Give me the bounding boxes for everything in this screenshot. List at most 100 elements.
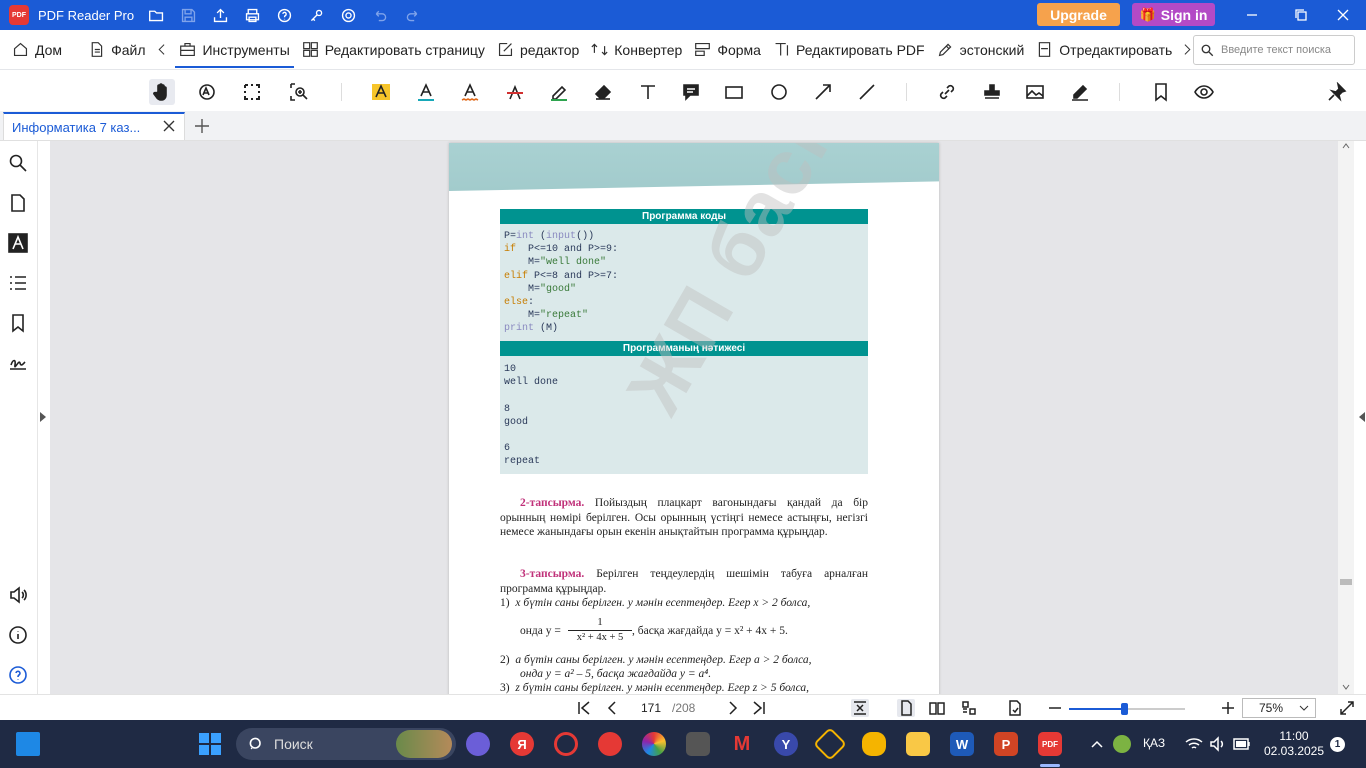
signature-icon[interactable] — [1067, 79, 1093, 105]
battery-icon[interactable] — [1233, 738, 1251, 750]
circle-icon[interactable] — [766, 79, 792, 105]
file-explorer-icon[interactable] — [906, 732, 930, 756]
close-tab-icon[interactable] — [162, 119, 176, 133]
fit-page-icon[interactable] — [851, 699, 869, 717]
next-page-icon[interactable] — [724, 699, 742, 717]
eraser-icon[interactable] — [590, 79, 616, 105]
help-icon[interactable] — [268, 0, 300, 30]
share-icon[interactable] — [204, 0, 236, 30]
scroll-down-icon[interactable] — [1342, 684, 1350, 690]
zoom-slider-thumb[interactable] — [1120, 703, 1128, 715]
strikethrough-icon[interactable] — [502, 79, 528, 105]
line-icon[interactable] — [854, 79, 880, 105]
expand-left-icon[interactable] — [39, 411, 47, 423]
search-box[interactable] — [1193, 35, 1355, 65]
notification-badge[interactable]: 1 — [1330, 737, 1345, 752]
rectangle-icon[interactable] — [721, 79, 747, 105]
highlight-icon[interactable] — [368, 79, 394, 105]
close-button[interactable] — [1320, 0, 1366, 30]
info-icon[interactable] — [7, 624, 29, 646]
signatures-panel-icon[interactable] — [7, 352, 29, 374]
menu-tools[interactable]: Инструменты — [173, 30, 295, 70]
powerpoint-icon[interactable]: P — [994, 732, 1018, 756]
underline-icon[interactable] — [413, 79, 439, 105]
word-icon[interactable]: W — [950, 732, 974, 756]
pin-icon[interactable] — [1324, 79, 1350, 105]
speaker-icon[interactable] — [7, 584, 29, 606]
search-panel-icon[interactable] — [7, 152, 29, 174]
scroll-up-icon[interactable] — [1342, 143, 1350, 149]
pdf-reader-taskbar-icon[interactable]: PDF — [1038, 732, 1062, 756]
image-icon[interactable] — [1022, 79, 1048, 105]
page-number-input[interactable]: 171 — [632, 699, 670, 717]
sign-in-button[interactable]: 🎁 Sign in — [1132, 3, 1215, 26]
yandex-browser-icon[interactable]: Я — [510, 732, 534, 756]
eye-icon[interactable] — [1191, 79, 1217, 105]
open-folder-icon[interactable] — [140, 0, 172, 30]
upgrade-button[interactable]: Upgrade — [1037, 3, 1120, 26]
thumbnails-icon[interactable] — [7, 192, 29, 214]
arrow-icon[interactable] — [810, 79, 836, 105]
first-page-icon[interactable] — [575, 699, 593, 717]
menu-estonian[interactable]: эстонский — [931, 30, 1031, 70]
text-select-icon[interactable] — [194, 79, 220, 105]
tab-document[interactable]: Информатика 7 каз... — [3, 112, 185, 140]
squiggly-icon[interactable] — [457, 79, 483, 105]
meet-app-icon[interactable] — [466, 732, 490, 756]
opera-gx-icon[interactable] — [554, 732, 578, 756]
menu-redact[interactable]: Отредактировать — [1030, 30, 1178, 70]
maximize-button[interactable] — [1278, 0, 1324, 30]
pen-icon[interactable] — [546, 79, 572, 105]
search-input[interactable] — [1221, 44, 1346, 56]
note-icon[interactable] — [678, 79, 704, 105]
font-panel-icon[interactable] — [7, 232, 29, 254]
opera-icon[interactable] — [598, 732, 622, 756]
stamp-icon[interactable] — [979, 79, 1005, 105]
help-panel-icon[interactable] — [7, 664, 29, 686]
expand-right-icon[interactable] — [1358, 411, 1366, 423]
area-select-icon[interactable] — [239, 79, 265, 105]
widgets-icon[interactable] — [16, 732, 40, 756]
browser-icon[interactable] — [642, 732, 666, 756]
redo-icon[interactable] — [396, 0, 428, 30]
game-controller-icon[interactable] — [862, 732, 886, 756]
language-indicator[interactable]: ҚАЗ — [1143, 736, 1165, 750]
save-icon[interactable] — [172, 0, 204, 30]
undo-icon[interactable] — [364, 0, 396, 30]
menu-edit-page[interactable]: Редактировать страницу — [296, 30, 491, 70]
vertical-scrollbar[interactable] — [1338, 141, 1354, 694]
menu-home[interactable]: Дом — [6, 30, 68, 70]
start-icon[interactable] — [198, 732, 222, 756]
zoom-select[interactable]: 75% — [1242, 698, 1316, 718]
two-page-icon[interactable] — [928, 699, 946, 717]
menu-scroll-left[interactable] — [151, 30, 173, 70]
yandex-icon[interactable]: Y — [774, 732, 798, 756]
key-icon[interactable] — [300, 0, 332, 30]
link-icon[interactable] — [934, 79, 960, 105]
text-tool-icon[interactable] — [635, 79, 661, 105]
new-tab-icon[interactable] — [193, 117, 211, 135]
tray-chevron-up-icon[interactable] — [1090, 738, 1104, 750]
single-page-icon[interactable] — [897, 699, 915, 717]
outline-icon[interactable] — [7, 272, 29, 294]
tray-app-icon[interactable] — [1113, 735, 1131, 753]
scroll-thumb[interactable] — [1340, 579, 1352, 585]
menu-file[interactable]: Файл — [82, 30, 151, 70]
zoom-in-icon[interactable] — [1219, 699, 1237, 717]
menu-edit-pdf[interactable]: Редактировать PDF — [767, 30, 931, 70]
clock[interactable]: 11:00 02.03.2025 — [1262, 729, 1326, 759]
zoom-area-icon[interactable] — [286, 79, 312, 105]
tanks-game-icon[interactable] — [686, 732, 710, 756]
document-info-icon[interactable] — [1006, 699, 1024, 717]
page-layout-icon[interactable] — [960, 699, 978, 717]
settings-icon[interactable] — [332, 0, 364, 30]
minimize-button[interactable] — [1229, 0, 1275, 30]
wifi-icon[interactable] — [1185, 736, 1203, 752]
document-viewer[interactable]: Программа коды P=int (input()) if P<=10 a… — [50, 141, 1338, 694]
prev-page-icon[interactable] — [603, 699, 621, 717]
hand-tool-icon[interactable] — [149, 79, 175, 105]
menu-form[interactable]: Форма — [688, 30, 767, 70]
fullscreen-icon[interactable] — [1338, 699, 1356, 717]
last-page-icon[interactable] — [750, 699, 768, 717]
binance-icon[interactable] — [813, 727, 847, 761]
